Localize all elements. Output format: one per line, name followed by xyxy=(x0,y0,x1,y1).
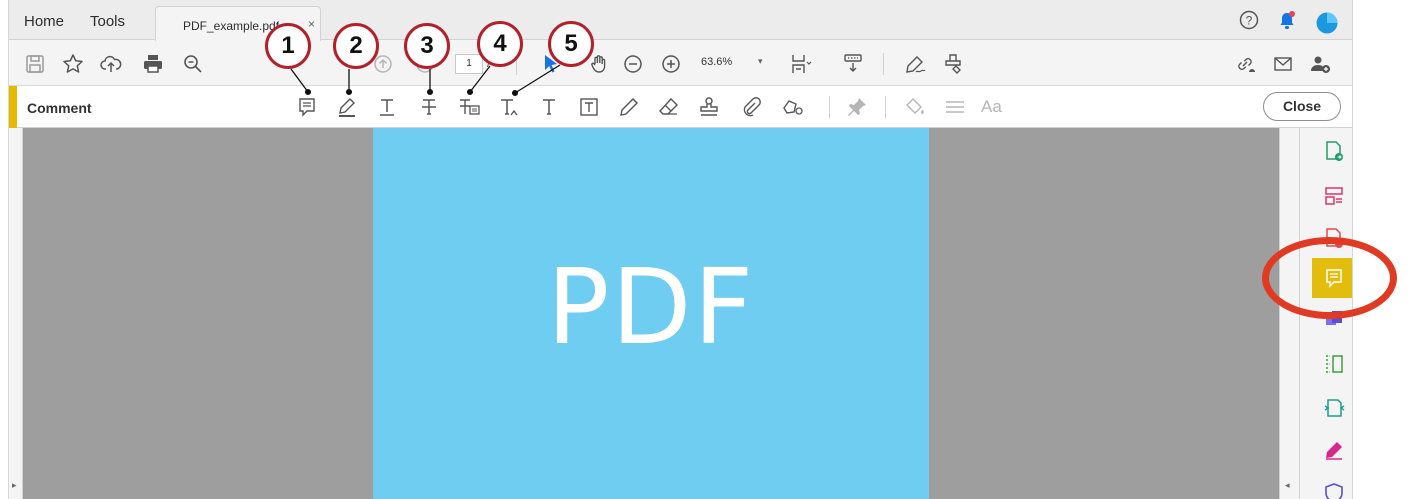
callout-leader-lines xyxy=(290,64,561,97)
comment-tool-highlight-ring xyxy=(1262,237,1397,319)
callout-2: 2 xyxy=(333,23,379,69)
callout-5: 5 xyxy=(548,21,594,67)
callout-4: 4 xyxy=(477,21,523,67)
callout-3: 3 xyxy=(404,23,450,69)
callout-1: 1 xyxy=(265,23,311,69)
